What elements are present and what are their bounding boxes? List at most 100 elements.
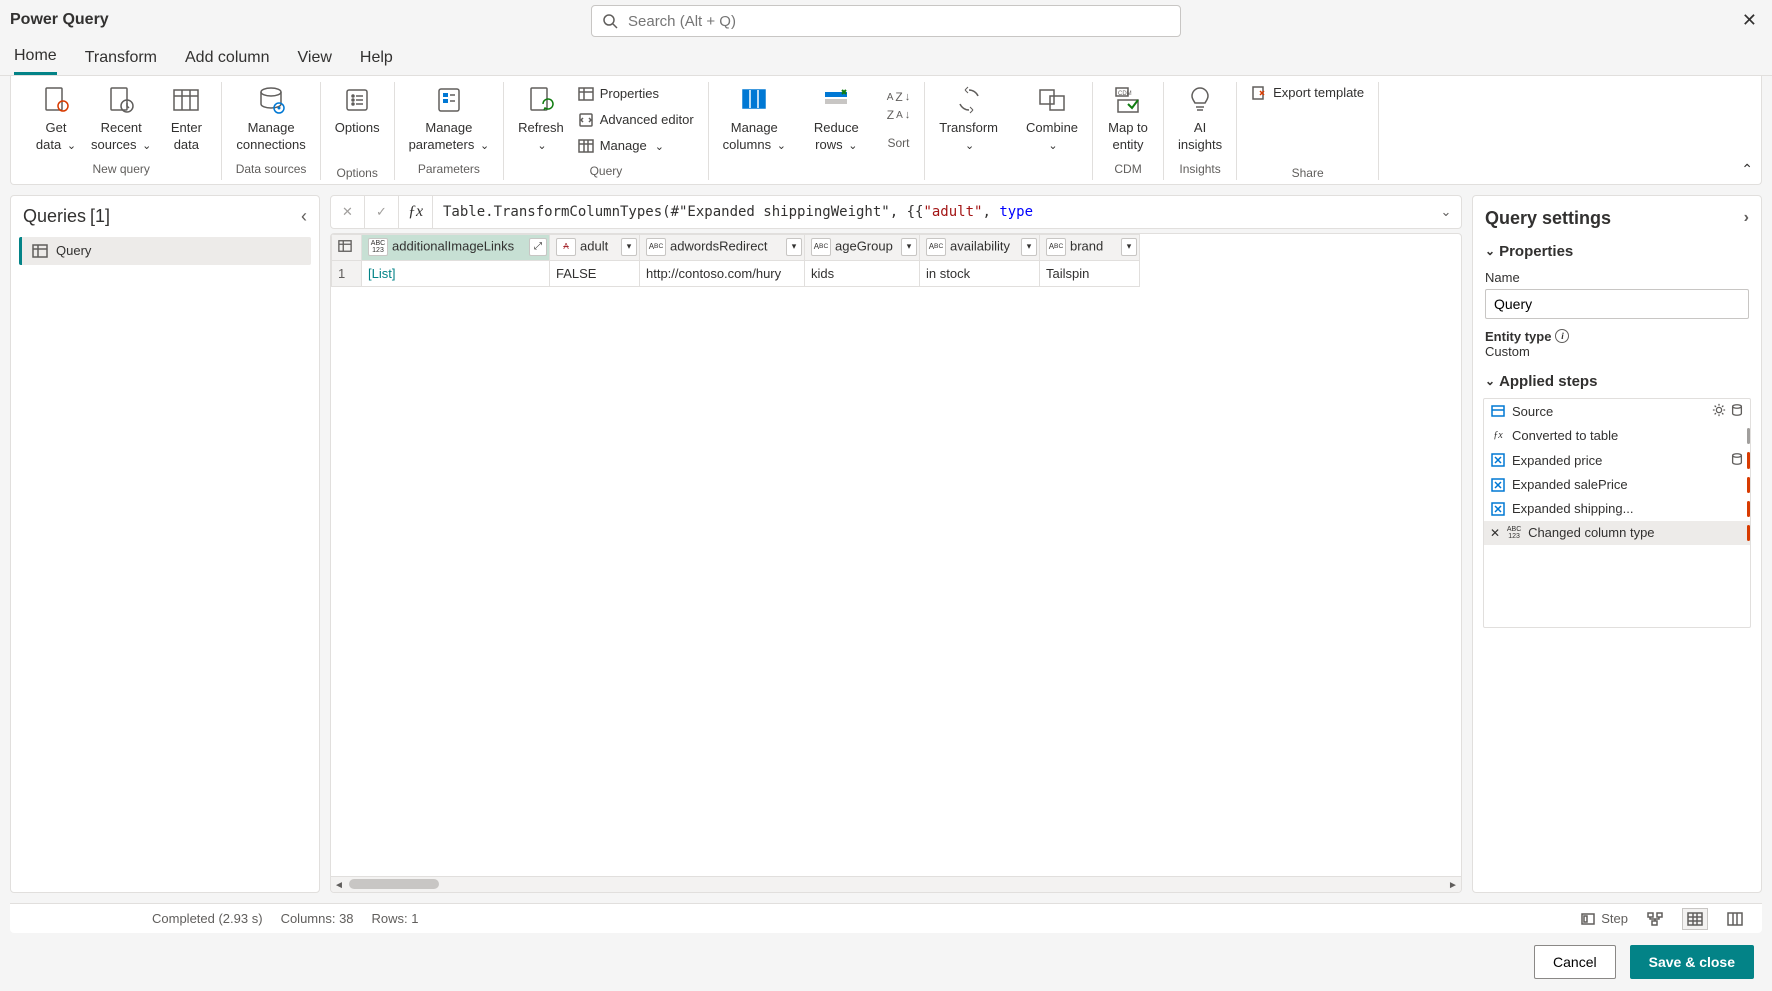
enter-data-button[interactable]: Enter data [161, 82, 211, 156]
table-corner[interactable] [332, 234, 362, 260]
formula-expand-button[interactable]: ⌄ [1431, 204, 1461, 220]
scroll-thumb[interactable] [349, 879, 439, 889]
ribbon-group-query: Refresh Properties Advanced editor Manag… [504, 82, 708, 180]
get-data-button[interactable]: Get data [31, 82, 81, 156]
step-converted-to-table[interactable]: ƒx Converted to table [1484, 424, 1750, 448]
table-icon [32, 243, 48, 259]
cell[interactable]: kids [805, 260, 920, 286]
formula-text[interactable]: Table.TransformColumnTypes(#"Expanded sh… [433, 204, 1431, 220]
formula-fx-button[interactable]: ƒx [399, 196, 433, 228]
cell[interactable]: Tailspin [1040, 260, 1140, 286]
cell[interactable]: FALSE [550, 260, 640, 286]
save-close-button[interactable]: Save & close [1630, 945, 1754, 979]
col-availability[interactable]: ABCavailability▾ [920, 234, 1040, 260]
group-label-insights: Insights [1179, 160, 1220, 176]
filter-button[interactable]: ▾ [1121, 238, 1137, 256]
close-button[interactable]: ✕ [1737, 5, 1762, 36]
sort-asc-button[interactable]: AZ↓ [887, 90, 911, 104]
filter-button[interactable]: ▾ [901, 238, 917, 256]
formula-accept-button[interactable]: ✓ [365, 196, 399, 228]
query-name-input[interactable] [1485, 289, 1749, 319]
query-item[interactable]: Query [19, 237, 311, 265]
manage-columns-button[interactable]: Manage columns [719, 82, 790, 156]
diagram-view-button[interactable] [1642, 908, 1668, 930]
queries-panel: Queries [1] ‹ Query [10, 195, 320, 893]
reduce-rows-button[interactable]: Reduce rows [810, 82, 863, 156]
step-changed-column-type[interactable]: ✕ ABC123 Changed column type [1484, 521, 1750, 545]
col-adwordsRedirect[interactable]: ABCadwordsRedirect▾ [640, 234, 805, 260]
refresh-button[interactable]: Refresh [514, 82, 568, 156]
col-adult[interactable]: Aadult▾ [550, 234, 640, 260]
settings-collapse-button[interactable]: › [1744, 209, 1749, 227]
ribbon-group-insights: AI insights Insights [1164, 82, 1237, 180]
tab-help[interactable]: Help [360, 40, 393, 75]
tab-transform[interactable]: Transform [85, 40, 157, 75]
col-additionalImageLinks[interactable]: ABC123additionalImageLinks⤢ [362, 234, 550, 260]
ribbon-group-options: Options Options [321, 82, 395, 180]
main-area: Queries [1] ‹ Query ✕ ✓ ƒx Table.Transfo… [0, 185, 1772, 903]
step-marker [1747, 428, 1750, 444]
ribbon-group-share: Export template Share [1237, 82, 1379, 180]
step-expanded-saleprice[interactable]: Expanded salePrice [1484, 473, 1750, 497]
scroll-left-button[interactable]: ◄ [331, 877, 347, 893]
cell[interactable]: [List] [362, 260, 550, 286]
manage-connections-button[interactable]: Manage connections [232, 82, 309, 156]
filter-button[interactable]: ▾ [1021, 238, 1037, 256]
step-expanded-shipping[interactable]: Expanded shipping... [1484, 497, 1750, 521]
cancel-button[interactable]: Cancel [1534, 945, 1616, 979]
map-to-entity-button[interactable]: CDM Map to entity [1103, 82, 1153, 156]
step-view-button[interactable]: Step [1580, 911, 1628, 927]
ribbon-group-data-sources: Manage connections Data sources [222, 82, 320, 180]
properties-section-header[interactable]: Properties [1473, 237, 1761, 266]
step-expanded-price[interactable]: Expanded price [1484, 448, 1750, 473]
recent-sources-button[interactable]: Recent sources [87, 82, 155, 156]
manage-query-button[interactable]: Manage [574, 134, 698, 158]
filter-button[interactable]: ▾ [621, 238, 637, 256]
export-template-button[interactable]: Export template [1247, 82, 1368, 104]
properties-button[interactable]: Properties [574, 82, 698, 106]
queries-collapse-button[interactable]: ‹ [301, 206, 307, 227]
manage-parameters-button[interactable]: Manage parameters [405, 82, 494, 156]
table-row[interactable]: 1 [List] FALSE http://contoso.com/hury k… [332, 260, 1140, 286]
title-bar: Power Query ✕ [0, 0, 1772, 40]
search-icon [602, 13, 618, 29]
expand-column-button[interactable]: ⤢ [529, 238, 547, 256]
col-ageGroup[interactable]: ABCageGroup▾ [805, 234, 920, 260]
cell[interactable]: http://contoso.com/hury [640, 260, 805, 286]
ribbon-group-sort: AZ↓ ZA↓ Sort [873, 82, 926, 180]
transform-button[interactable]: Transform [935, 82, 1002, 156]
scroll-right-button[interactable]: ► [1445, 877, 1461, 893]
advanced-editor-button[interactable]: Advanced editor [574, 108, 698, 132]
filter-button[interactable]: ▾ [786, 238, 802, 256]
database-icon[interactable] [1730, 452, 1744, 469]
data-grid: ABC123additionalImageLinks⤢ Aadult▾ ABCa… [330, 233, 1462, 893]
tab-view[interactable]: View [298, 40, 332, 75]
step-marker [1747, 452, 1750, 469]
search-input[interactable] [628, 13, 1170, 30]
sort-desc-button[interactable]: ZA↓ [887, 108, 911, 122]
options-button[interactable]: Options [331, 82, 384, 160]
col-brand[interactable]: ABCbrand▾ [1040, 234, 1140, 260]
info-icon[interactable]: i [1555, 329, 1569, 343]
step-source[interactable]: Source [1484, 399, 1750, 424]
tab-add-column[interactable]: Add column [185, 40, 270, 75]
data-table: ABC123additionalImageLinks⤢ Aadult▾ ABCa… [331, 234, 1140, 287]
schema-view-button[interactable] [1722, 908, 1748, 930]
type-icon: ABC123 [1506, 525, 1522, 541]
ai-insights-button[interactable]: AI insights [1174, 82, 1226, 156]
cell[interactable]: in stock [920, 260, 1040, 286]
tab-home[interactable]: Home [14, 40, 57, 75]
gear-icon[interactable] [1712, 403, 1726, 420]
applied-steps-section-header[interactable]: Applied steps [1473, 367, 1761, 396]
formula-cancel-button[interactable]: ✕ [331, 196, 365, 228]
horizontal-scrollbar[interactable]: ◄ ► [331, 876, 1461, 892]
database-icon[interactable] [1730, 403, 1744, 420]
step-marker [1747, 525, 1750, 541]
data-view-button[interactable] [1682, 908, 1708, 930]
ribbon-collapse-button[interactable]: ⌃ [1741, 161, 1753, 178]
combine-button[interactable]: Combine [1022, 82, 1082, 156]
delete-step-button[interactable]: ✕ [1490, 526, 1500, 540]
applied-steps-list: Source ƒx Converted to table Expanded pr… [1483, 398, 1751, 628]
ribbon-tabs: Home Transform Add column View Help [0, 40, 1772, 76]
search-box[interactable] [591, 5, 1181, 37]
